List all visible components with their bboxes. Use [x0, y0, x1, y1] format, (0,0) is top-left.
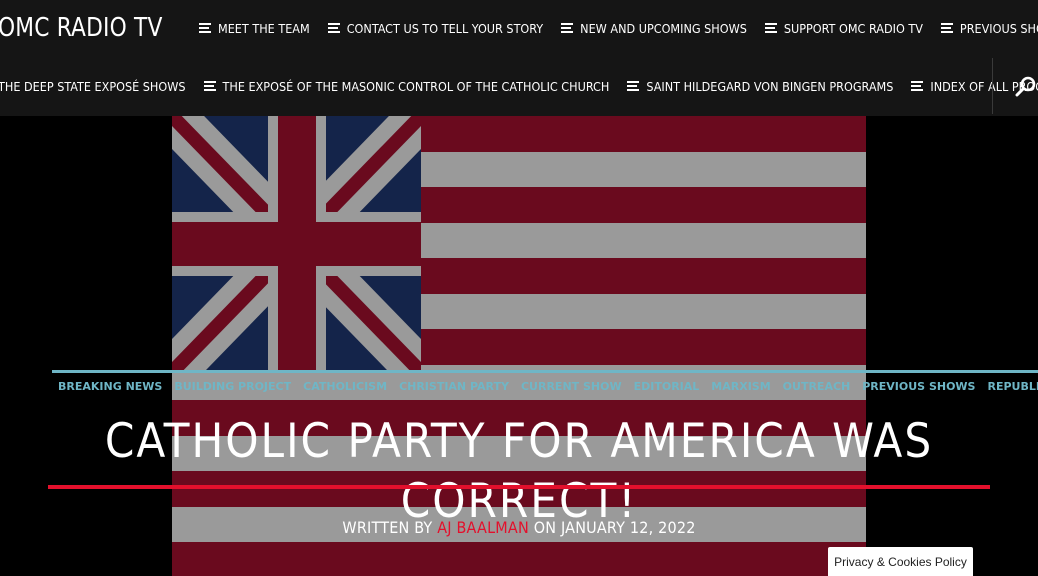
category-link[interactable]: CURRENT SHOW	[514, 370, 628, 393]
menu-lines-icon	[198, 23, 211, 33]
nav-item-masonic-expose[interactable]: THE EXPOSÉ OF THE MASONIC CONTROL OF THE…	[203, 78, 610, 94]
privacy-cookies-button[interactable]: Privacy & Cookies Policy	[828, 547, 973, 576]
menu-lines-icon	[627, 81, 640, 91]
menu-lines-icon	[203, 81, 216, 91]
nav-label: SUPPORT OMC RADIO TV	[783, 20, 923, 36]
nav-item-new-shows[interactable]: NEW AND UPCOMING SHOWS	[561, 21, 747, 36]
nav-item-previous-shows[interactable]: PREVIOUS SHOWS	[940, 20, 1038, 36]
union-jack-icon	[172, 116, 438, 389]
nav-label: MEET THE TEAM	[217, 20, 310, 36]
menu-lines-icon	[940, 23, 953, 33]
author-link[interactable]: AJ BAALMAN	[437, 518, 529, 537]
nav-label: NEW AND UPCOMING SHOWS	[580, 20, 747, 36]
secondary-nav: THE DEEP STATE EXPOSÉ SHOWS THE EXPOSÉ O…	[0, 58, 1038, 114]
byline-written-by: WRITTEN BY	[342, 518, 433, 537]
category-link[interactable]: CATHOLICISM	[297, 370, 394, 393]
nav-item-deep-state[interactable]: THE DEEP STATE EXPOSÉ SHOWS	[0, 79, 186, 94]
nav-label: CONTACT US TO TELL YOUR STORY	[346, 20, 544, 36]
category-link[interactable]: BREAKING NEWS	[52, 370, 169, 393]
hero-section: BREAKING NEWS BUILDING PROJECT CATHOLICI…	[0, 116, 1038, 576]
nav-label: PREVIOUS SHOWS	[959, 20, 1038, 36]
nav-label: THE EXPOSÉ OF THE MASONIC CONTROL OF THE…	[222, 78, 610, 94]
search-divider	[992, 58, 993, 114]
menu-lines-icon	[327, 23, 340, 33]
title-underline	[48, 485, 990, 489]
post-date: JANUARY 12, 2022	[560, 518, 696, 537]
search-icon[interactable]	[1014, 74, 1038, 98]
flag-canton	[172, 116, 438, 389]
flag-stripe	[172, 542, 866, 576]
byline-on: ON	[533, 518, 557, 537]
nav-label: SAINT HILDEGARD VON BINGEN PROGRAMS	[646, 78, 894, 94]
nav-label: THE DEEP STATE EXPOSÉ SHOWS	[0, 78, 186, 94]
category-link[interactable]: PREVIOUS SHOWS	[856, 370, 982, 393]
nav-item-hildegard[interactable]: SAINT HILDEGARD VON BINGEN PROGRAMS	[627, 79, 893, 94]
category-link[interactable]: EDITORIAL	[627, 370, 706, 393]
nav-item-meet-the-team[interactable]: MEET THE TEAM	[198, 20, 310, 36]
nav-item-contact[interactable]: CONTACT US TO TELL YOUR STORY	[327, 20, 544, 36]
nav-item-support[interactable]: SUPPORT OMC RADIO TV	[764, 20, 923, 36]
category-link[interactable]: REPUBLIC	[981, 370, 1038, 393]
category-link[interactable]: MARXISM	[705, 370, 777, 393]
post-byline: WRITTEN BY AJ BAALMAN ON JANUARY 12, 202…	[0, 518, 1038, 537]
category-link[interactable]: OUTREACH	[776, 370, 857, 393]
post-categories: BREAKING NEWS BUILDING PROJECT CATHOLICI…	[52, 370, 1038, 393]
menu-lines-icon	[561, 23, 574, 33]
category-link[interactable]: CHRISTIAN PARTY	[393, 370, 515, 393]
category-link[interactable]: BUILDING PROJECT	[168, 370, 298, 393]
site-title[interactable]: OMC RADIO TV	[0, 13, 163, 43]
primary-nav: OMC RADIO TV MEET THE TEAM CONTACT US TO…	[0, 0, 1038, 56]
post-title: CATHOLIC PARTY FOR AMERICA WAS CORRECT!	[104, 414, 934, 529]
menu-lines-icon	[764, 23, 777, 33]
site-header: OMC RADIO TV MEET THE TEAM CONTACT US TO…	[0, 0, 1038, 116]
menu-lines-icon	[911, 81, 924, 91]
